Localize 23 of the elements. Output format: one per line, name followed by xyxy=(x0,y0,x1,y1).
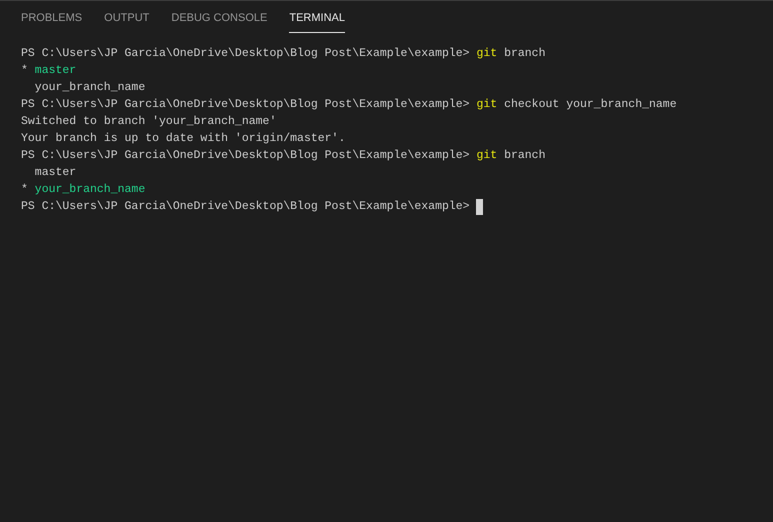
command-name: git xyxy=(476,148,498,164)
output-text: Switched to branch 'your_branch_name' xyxy=(21,114,276,130)
output-text: * xyxy=(21,182,28,198)
command-name: git xyxy=(476,97,498,113)
shell-prompt: PS C:\Users\JP Garcia\OneDrive\Desktop\Blog Post\Example\example> xyxy=(21,148,470,164)
output-text: branch xyxy=(504,46,546,62)
shell-prompt: PS C:\Users\JP Garcia\OneDrive\Desktop\Blog Post\Example\example> xyxy=(21,46,470,62)
branch-name: your_branch_name xyxy=(34,80,146,96)
text-cursor xyxy=(476,198,484,214)
branch-name: master xyxy=(34,165,76,181)
output-text: checkout your_branch_name xyxy=(504,97,677,113)
output-text: * xyxy=(21,63,28,79)
panel-tab[interactable]: OUTPUT xyxy=(104,10,150,33)
shell-prompt: PS C:\Users\JP Garcia\OneDrive\Desktop\Blog Post\Example\example> xyxy=(21,199,470,215)
panel-tab[interactable]: PROBLEMS xyxy=(21,10,82,33)
command-name: git xyxy=(476,46,498,62)
current-branch-name: master xyxy=(34,63,76,79)
panel-tab[interactable]: TERMINAL xyxy=(289,10,345,33)
shell-prompt: PS C:\Users\JP Garcia\OneDrive\Desktop\Blog Post\Example\example> xyxy=(21,97,470,113)
output-text: Your branch is up to date with 'origin/master'. xyxy=(21,131,346,147)
current-branch-name: your_branch_name xyxy=(34,182,146,198)
panel-tab[interactable]: DEBUG CONSOLE xyxy=(171,10,268,33)
output-text: branch xyxy=(504,148,546,164)
